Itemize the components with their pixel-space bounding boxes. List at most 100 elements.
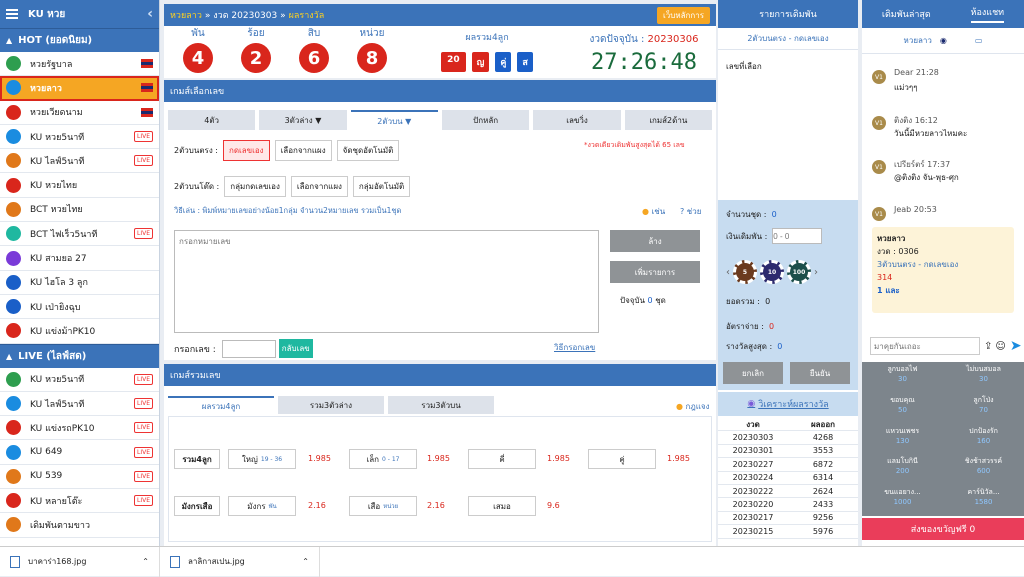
bet-odd[interactable]: คี่ — [468, 449, 536, 469]
chat-room-selector[interactable]: หวยลาว ◉ ▭ — [862, 28, 1024, 54]
sidebar-item[interactable]: KU สามยอ 27 — [0, 246, 159, 271]
reverse-number-button[interactable]: กลับเลข — [278, 339, 313, 358]
tab-2top[interactable]: 2ตัวบน ▼ — [350, 110, 438, 130]
help-icon: ? — [680, 207, 685, 216]
result-digits-panel: พัน 4 ร้อย 2 สิบ 6 หน่วย 8 ผลรวม4ลูก 20 ญ คู… — [164, 26, 716, 78]
rules-link[interactable]: ● กฎแจง — [676, 400, 710, 413]
digit-thousands: พัน 4 — [176, 26, 220, 73]
download-item[interactable]: บาคาร่า168.jpg ⌃ — [0, 546, 160, 577]
sidebar-item[interactable]: KU เป่ายิงฉุบ — [0, 295, 159, 320]
help-link[interactable]: ? ช่วย — [680, 205, 701, 218]
confirm-button[interactable]: ยืนยัน — [790, 362, 850, 384]
sidebar-item[interactable]: KU แข่งรถPK10 LIVE — [0, 416, 159, 441]
sidebar-item[interactable]: เดิมพันตามขาว — [0, 513, 159, 538]
tv-icon[interactable]: ▭ — [975, 36, 983, 45]
sidebar-header: KU หวย ‹ — [0, 0, 159, 28]
chip-5[interactable]: 5 — [733, 260, 757, 284]
tab-sum3top[interactable]: รวม3ตัวบน — [388, 396, 494, 414]
gift-item[interactable]: ไม่บนสมอล 30 — [943, 362, 1024, 388]
gift-item[interactable]: คาร์นิวัล... 1580 — [943, 485, 1024, 511]
tab-pakluk[interactable]: ปักหลัก — [441, 110, 530, 130]
section-live[interactable]: ▲ LIVE (ไลฟ์สด) — [0, 343, 159, 368]
tab-sum4[interactable]: ผลรวม4ลูก — [168, 396, 274, 414]
bet-small[interactable]: เล็ก 0 - 17 — [349, 449, 417, 469]
bet-tie[interactable]: เสมอ — [468, 496, 536, 516]
number-textarea[interactable] — [174, 230, 599, 333]
bet-dragon[interactable]: มังกร พัน — [228, 496, 296, 516]
sidebar-item[interactable]: KU หวย5นาที LIVE — [0, 125, 159, 150]
auto-set-button[interactable]: จัดชุดอัตโนมัติ — [336, 140, 400, 161]
hamburger-icon[interactable] — [6, 7, 18, 21]
sidebar-item[interactable]: KU ไลฟ์5นาที LIVE — [0, 149, 159, 174]
sidebar-item[interactable]: KU หลายโต๊ะ LIVE — [0, 489, 159, 514]
chevron-right-icon[interactable]: › — [814, 267, 818, 278]
gift-item[interactable]: ลูกโป่ง 70 — [943, 393, 1024, 419]
gift-item[interactable]: ชิงช้าสวรรค์ 600 — [943, 454, 1024, 480]
clear-button[interactable]: ล้าง — [610, 230, 700, 252]
sidebar-item[interactable]: BCT ไฟเร็ว5นาที LIVE — [0, 222, 159, 247]
emoji-icon[interactable]: ☺ — [995, 341, 1005, 352]
breadcrumb-game[interactable]: หวยลาว — [170, 8, 202, 22]
gift-item[interactable]: ปกป้องรัก 160 — [943, 424, 1024, 450]
chip-10[interactable]: 10 — [760, 260, 784, 284]
live-badge: LIVE — [133, 373, 153, 385]
sidebar-item[interactable]: หวยรัฐบาล — [0, 52, 159, 77]
tab-chat-room[interactable]: ห้องแชท — [970, 5, 1005, 23]
bet-tiger[interactable]: เสือ หน่วย — [349, 496, 417, 516]
send-icon[interactable]: ➤ — [1010, 338, 1022, 354]
chevron-up-icon[interactable]: ⌃ — [142, 557, 149, 566]
section-hot[interactable]: ▲ HOT (ยอดนิยม) — [0, 28, 159, 52]
number-input[interactable] — [221, 339, 276, 358]
collapse-icon[interactable]: ‹ — [147, 6, 153, 22]
group-board-button[interactable]: เลือกจากแผง — [290, 176, 348, 197]
manual-entry-button[interactable]: กดเลขเอง — [222, 140, 270, 161]
tod-row: 2ตัวบนโต๊ด : กลุ่มกดเลขเอง เลือกจากแผง ก… — [174, 176, 411, 197]
sidebar-item[interactable]: KU หวย5นาที LIVE — [0, 368, 159, 392]
chat-input[interactable] — [870, 337, 980, 355]
download-item[interactable]: ลาลิกาสเปน.jpg ⌃ — [160, 546, 320, 577]
analyze-results-link[interactable]: ◉ วิเคราะห์ผลรางวัล — [718, 392, 858, 416]
tab-latest-bets[interactable]: เดิมพันล่าสุด — [882, 7, 931, 21]
chevron-left-icon[interactable]: ‹ — [726, 267, 730, 278]
sidebar-item[interactable]: KU หวยไทย — [0, 173, 159, 198]
cancel-button[interactable]: ยกเลิก — [723, 362, 783, 384]
chevron-up-icon[interactable]: ⌃ — [302, 557, 309, 566]
gift-item[interactable]: แหวนเพชร 130 — [862, 424, 943, 450]
gift-item[interactable]: ขอบคุณ 50 — [862, 393, 943, 419]
gift-item[interactable]: ขนแอยาง... 1000 — [862, 485, 943, 511]
bet-big[interactable]: ใหญ่ 19 - 36 — [228, 449, 296, 469]
sidebar-item[interactable]: BCT หวยไทย — [0, 198, 159, 223]
gift-item[interactable]: ลูกบอลไฟ 30 — [862, 362, 943, 388]
bet-amount-input[interactable] — [772, 228, 823, 244]
sum-value: 20 — [441, 52, 466, 72]
file-icon — [10, 555, 20, 568]
bet-type-link[interactable]: 2ตัวบนตรง - กดเลขเอง — [718, 28, 858, 50]
bet-share-card[interactable]: หวยลาว งวด : 0306 3ตัวบนตรง - กดเลขเอง 3… — [872, 227, 1014, 313]
sidebar-item[interactable]: KU ไลฟ์5นาที LIVE — [0, 392, 159, 417]
current-draw: งวดปัจจุบัน : 20230306 27:26:48 — [574, 32, 714, 75]
input-howto-link[interactable]: วิธีกรอกเลข — [554, 341, 595, 354]
sidebar-item[interactable]: KU แข่งม้าPK10 — [0, 319, 159, 344]
share-icon[interactable]: ⇪ — [984, 341, 992, 352]
sidebar-item[interactable]: KU ไฮโล 3 ลูก — [0, 271, 159, 295]
add-item-button[interactable]: เพิ่มรายการ — [610, 261, 700, 283]
sidebar-item[interactable]: หวยเวียดนาม — [0, 101, 159, 125]
tab-sum3bottom[interactable]: รวม3ตัวล่าง — [278, 396, 384, 414]
tab-running[interactable]: เลขวิ่ง — [533, 110, 621, 130]
bet-even[interactable]: คู่ — [588, 449, 656, 469]
tab-4digits[interactable]: 4ตัว — [168, 110, 256, 130]
group-manual-button[interactable]: กลุ่มกดเลขเอง — [224, 176, 286, 197]
breadcrumb-result[interactable]: ผลรางวัล — [289, 8, 325, 22]
free-gift-button[interactable]: ส่งของขวัญฟรี 0 — [862, 518, 1024, 540]
sidebar-item[interactable]: KU 539 LIVE — [0, 465, 159, 490]
sidebar-item[interactable]: KU 649 LIVE — [0, 440, 159, 465]
tab-2sides[interactable]: เกมส์2ด้าน — [624, 110, 712, 130]
gift-item[interactable]: แลมโบกินี 200 — [862, 454, 943, 480]
sidebar-item[interactable]: หวยลาว — [0, 76, 159, 101]
example-link[interactable]: ● เช่น — [642, 205, 665, 218]
group-auto-button[interactable]: กลุ่มอัตโนมัติ — [352, 176, 411, 197]
main-site-button[interactable]: เว็บหลักการ — [657, 6, 710, 24]
tab-3bottom[interactable]: 3ตัวล่าง ▼ — [259, 110, 347, 130]
pick-from-board-button[interactable]: เลือกจากแผง — [274, 140, 332, 161]
chip-100[interactable]: 100 — [787, 260, 811, 284]
